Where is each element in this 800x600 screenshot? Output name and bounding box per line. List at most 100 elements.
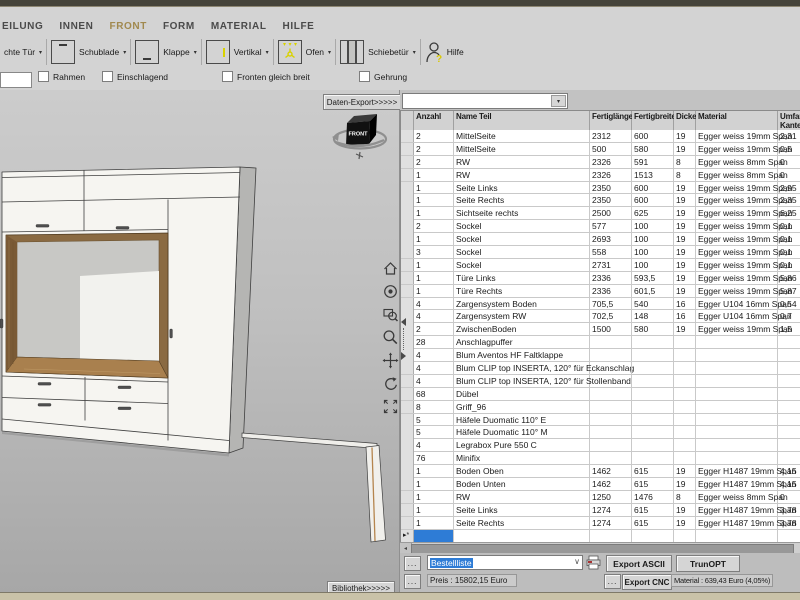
table-cell[interactable]	[696, 336, 778, 348]
row-selector[interactable]	[401, 143, 414, 155]
table-cell[interactable]: 0	[778, 169, 800, 181]
table-cell[interactable]	[778, 388, 800, 400]
table-cell[interactable]	[632, 375, 674, 387]
table-row[interactable]: 68Dübel	[401, 388, 800, 401]
table-row[interactable]: 1Sichtseite rechts250062519Egger weiss 1…	[401, 207, 800, 220]
table-cell[interactable]: 0,1	[778, 246, 800, 258]
table-cell[interactable]: 19	[674, 504, 696, 516]
table-cell[interactable]: 2336	[590, 272, 632, 284]
table-cell[interactable]: Egger U104 16mm Span	[696, 310, 778, 322]
table-cell[interactable]: 601,5	[632, 285, 674, 297]
table-row[interactable]: 4Zargensystem Boden705,554016Egger U104 …	[401, 298, 800, 311]
zoom-icon[interactable]	[382, 329, 399, 346]
table-cell[interactable]: Legrabox Pure 550 C	[454, 439, 590, 451]
table-cell[interactable]: Blum Aventos HF Faltklappe	[454, 349, 590, 361]
table-row[interactable]: 28Anschlagpuffer	[401, 336, 800, 349]
table-cell[interactable]	[674, 336, 696, 348]
table-cell[interactable]	[632, 401, 674, 413]
table-cell[interactable]: Egger weiss 8mm Span	[696, 491, 778, 503]
row-selector[interactable]	[401, 375, 414, 387]
table-cell[interactable]: 19	[674, 246, 696, 258]
table-row[interactable]: 2MittelSeite231260019Egger weiss 19mm Sp…	[401, 130, 800, 143]
table-cell[interactable]: 4,15	[778, 478, 800, 490]
menu-item-hilfe[interactable]: HILFE	[283, 21, 315, 32]
row-selector[interactable]	[401, 220, 414, 232]
table-cell[interactable]: 68	[414, 388, 454, 400]
export-ascii-button[interactable]: Export ASCII	[606, 555, 672, 572]
table-cell[interactable]: 4	[414, 298, 454, 310]
table-cell[interactable]: 1462	[590, 465, 632, 477]
table-cell[interactable]	[778, 530, 800, 542]
table-cell[interactable]	[674, 439, 696, 451]
table-cell[interactable]: Blum CLIP top INSERTA, 120° für Stollenb…	[454, 375, 590, 387]
row-selector[interactable]	[401, 414, 414, 426]
table-cell[interactable]: 1	[414, 233, 454, 245]
table-cell[interactable]: 2350	[590, 194, 632, 206]
table-cell[interactable]: RW	[454, 491, 590, 503]
table-cell[interactable]: Boden Oben	[454, 465, 590, 477]
table-cell[interactable]	[674, 426, 696, 438]
checkbox-box[interactable]	[102, 71, 113, 82]
table-cell[interactable]: 8	[674, 491, 696, 503]
table-cell[interactable]: 0,5	[778, 143, 800, 155]
table-row[interactable]: 2ZwischenBoden150058019Egger weiss 19mm …	[401, 323, 800, 336]
table-cell[interactable]: 5,86	[778, 272, 800, 284]
table-cell[interactable]: Boden Unten	[454, 478, 590, 490]
chevron-down-icon[interactable]: ▾	[551, 95, 566, 107]
table-cell[interactable]: 2336	[590, 285, 632, 297]
table-cell[interactable]: 2	[414, 323, 454, 335]
cnc-more-button[interactable]: ...	[604, 574, 621, 589]
viewport-3d[interactable]: Daten-Export>>>>> FRONT	[0, 90, 400, 592]
row-selector[interactable]	[401, 362, 414, 374]
row-selector[interactable]	[401, 491, 414, 503]
table-row[interactable]: 1Seite Rechts235060019Egger weiss 19mm S…	[401, 194, 800, 207]
parts-filter-combobox[interactable]: ▾	[402, 93, 568, 109]
table-cell[interactable]: 100	[632, 246, 674, 258]
row-selector[interactable]	[401, 465, 414, 477]
export-cnc-button[interactable]: Export CNC	[622, 574, 672, 590]
table-cell[interactable]: 3	[414, 246, 454, 258]
table-row[interactable]: 5Häfele Duomatic 110° M	[401, 426, 800, 439]
table-cell[interactable]	[778, 426, 800, 438]
table-cell[interactable]: 0,1	[778, 259, 800, 271]
table-cell[interactable]	[674, 362, 696, 374]
vertikal-button[interactable]: Vertikal ▾	[202, 38, 273, 66]
table-cell[interactable]: MittelSeite	[454, 143, 590, 155]
table-cell[interactable]	[590, 439, 632, 451]
row-selector[interactable]	[401, 426, 414, 438]
table-cell[interactable]: Egger weiss 19mm Span	[696, 143, 778, 155]
table-cell[interactable]: Seite Rechts	[454, 194, 590, 206]
table-cell[interactable]: 0,1	[778, 220, 800, 232]
table-cell[interactable]	[696, 530, 778, 542]
table-cell[interactable]: Sockel	[454, 246, 590, 258]
row-selector[interactable]	[401, 298, 414, 310]
klappe-button[interactable]: Klappe ▾	[131, 38, 200, 66]
table-cell[interactable]: ZwischenBoden	[454, 323, 590, 335]
row-selector[interactable]	[401, 233, 414, 245]
table-cell[interactable]	[590, 362, 632, 374]
table-row[interactable]: 4Blum Aventos HF Faltklappe	[401, 349, 800, 362]
toolbar-input[interactable]	[0, 72, 32, 88]
row-selector[interactable]	[401, 272, 414, 284]
table-cell[interactable]: Egger weiss 19mm Span	[696, 182, 778, 194]
table-cell[interactable]: 577	[590, 220, 632, 232]
table-cell[interactable]: Türe Rechts	[454, 285, 590, 297]
table-cell[interactable]	[778, 362, 800, 374]
checkbox-box[interactable]	[38, 71, 49, 82]
table-cell[interactable]: Egger weiss 19mm Span	[696, 207, 778, 219]
table-cell[interactable]: 28	[414, 336, 454, 348]
row-selector[interactable]	[401, 285, 414, 297]
table-cell[interactable]: 19	[674, 220, 696, 232]
table-row[interactable]: 1Seite Links235060019Egger weiss 19mm Sp…	[401, 182, 800, 195]
menu-item-form[interactable]: FORM	[163, 21, 195, 32]
view-cube-widget[interactable]: FRONT	[330, 108, 390, 162]
table-cell[interactable]: 19	[674, 478, 696, 490]
table-cell[interactable]: 1,5	[778, 323, 800, 335]
rechte-tuer-button[interactable]: chte Tür ▾	[0, 38, 46, 66]
table-row[interactable]: 1Seite Links127461519Egger H1487 19mm Sp…	[401, 504, 800, 517]
menu-item-material[interactable]: MATERIAL	[211, 21, 267, 32]
table-cell[interactable]: 2	[414, 130, 454, 142]
hilfe-button[interactable]: ? Hilfe	[421, 38, 468, 66]
table-cell[interactable]	[590, 349, 632, 361]
table-cell[interactable]: 1462	[590, 478, 632, 490]
